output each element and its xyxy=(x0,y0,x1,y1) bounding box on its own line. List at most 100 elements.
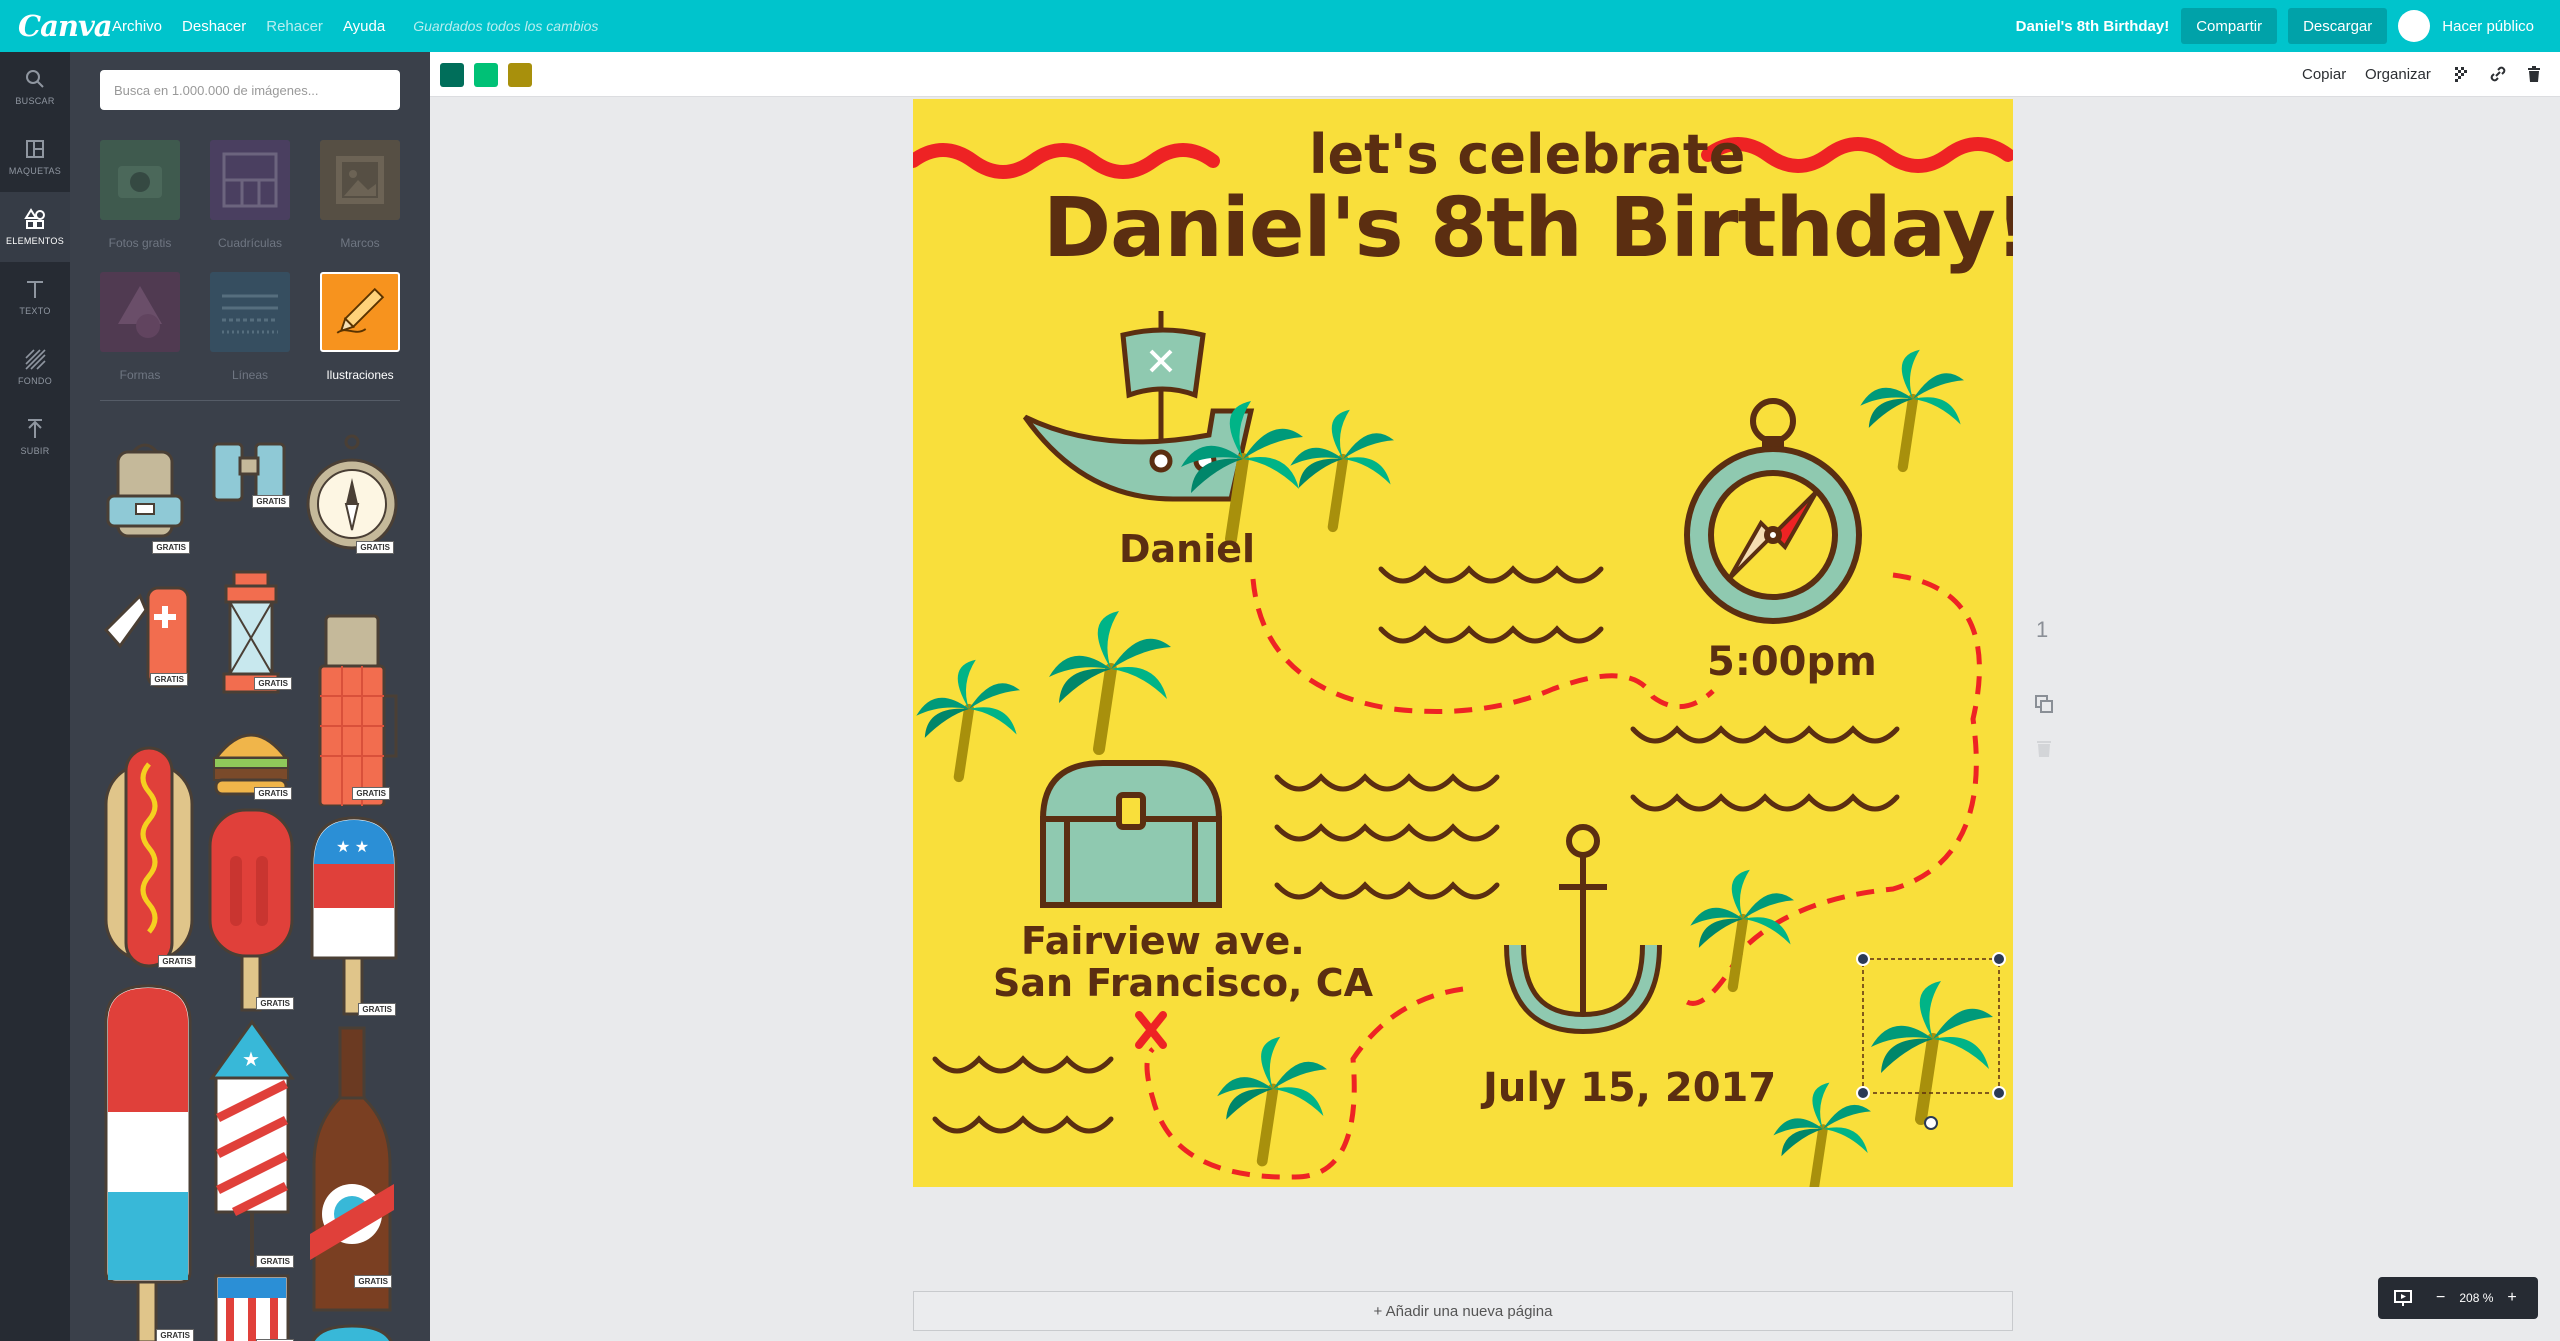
category-grids[interactable]: Cuadrículas xyxy=(200,140,300,250)
image-search-input[interactable]: Busca en 1.000.000 de imágenes... xyxy=(100,70,400,110)
color-swatch-1[interactable] xyxy=(440,63,464,87)
elements-icon xyxy=(24,208,45,229)
color-swatch-2[interactable] xyxy=(474,63,498,87)
lines-icon xyxy=(210,272,290,352)
free-badge: GRATIS xyxy=(152,541,190,554)
thermos-illustration[interactable]: GRATIS xyxy=(304,566,404,808)
menu-redo[interactable]: Rehacer xyxy=(266,18,323,35)
swiss-knife-illustration[interactable]: GRATIS xyxy=(100,566,198,690)
copy-button[interactable]: Copiar xyxy=(2302,66,2346,83)
date-text[interactable]: July 15, 2017 xyxy=(1483,1065,1776,1111)
rail-label: FONDO xyxy=(18,376,52,386)
free-badge: GRATIS xyxy=(158,955,196,968)
category-frames[interactable]: Marcos xyxy=(310,140,410,250)
treasure-chest xyxy=(1039,760,1223,908)
transparency-icon[interactable] xyxy=(2452,64,2472,84)
address-line1-text[interactable]: Fairview ave. xyxy=(1021,919,1305,963)
anchor xyxy=(1504,824,1662,1035)
share-button[interactable]: Compartir xyxy=(2181,8,2278,44)
free-badge: GRATIS xyxy=(252,495,290,508)
panel-divider xyxy=(100,400,400,401)
rail-item-elements[interactable]: ELEMENTOS xyxy=(0,192,70,262)
camera-icon xyxy=(100,140,180,220)
workspace: Copiar Organizar let's celebrate Daniel'… xyxy=(430,52,2560,1341)
canva-logo[interactable]: Canva xyxy=(18,9,113,43)
free-badge: GRATIS xyxy=(156,1329,194,1341)
arrange-button[interactable]: Organizar xyxy=(2365,66,2431,83)
document-title[interactable]: Daniel's 8th Birthday! xyxy=(2016,18,2170,35)
zoom-level: 208 % xyxy=(2459,1291,2494,1305)
free-badge: GRATIS xyxy=(256,997,294,1010)
category-label: Ilustraciones xyxy=(326,368,394,382)
rail-item-layouts[interactable]: MAQUETAS xyxy=(0,122,70,192)
red-popsicle-illustration[interactable]: GRATIS xyxy=(204,806,298,1012)
color-swatch-3[interactable] xyxy=(508,63,532,87)
grid-icon xyxy=(210,140,290,220)
category-shapes[interactable]: Formas xyxy=(90,272,190,382)
blue-popsicle-illustration[interactable] xyxy=(306,1324,398,1341)
flag-popsicle-illustration[interactable]: ★ ★ GRATIS xyxy=(306,814,402,1018)
trash-icon[interactable] xyxy=(2524,64,2544,84)
title-text[interactable]: Daniel's 8th Birthday! xyxy=(1043,181,2013,276)
free-badge: GRATIS xyxy=(352,787,390,800)
time-text[interactable]: 5:00pm xyxy=(1707,639,1877,685)
left-nav-rail: BUSCAR MAQUETAS ELEMENTOS TEXTO FONDO SU… xyxy=(0,52,70,1341)
download-button[interactable]: Descargar xyxy=(2288,8,2388,44)
free-badge: GRATIS xyxy=(358,1003,396,1016)
category-free-photos[interactable]: Fotos gratis xyxy=(90,140,190,250)
address-line2-text[interactable]: San Francisco, CA xyxy=(993,961,1373,1005)
zoom-in-button[interactable]: + xyxy=(2507,1289,2516,1307)
palm-tree xyxy=(1290,409,1394,533)
category-illustrations[interactable]: Ilustraciones xyxy=(310,272,410,382)
zoom-out-button[interactable]: − xyxy=(2436,1289,2445,1307)
bottle-illustration[interactable]: GRATIS xyxy=(306,1024,398,1316)
background-icon xyxy=(25,349,46,370)
free-badge: GRATIS xyxy=(354,1275,392,1288)
rail-label: BUSCAR xyxy=(15,96,55,106)
make-public-label: Hacer público xyxy=(2442,17,2534,35)
design-canvas[interactable]: let's celebrate Daniel's 8th Birthday! D… xyxy=(913,99,2013,1187)
menu-undo[interactable]: Deshacer xyxy=(182,18,246,35)
binoculars-illustration[interactable]: GRATIS xyxy=(204,434,294,514)
menu-file[interactable]: Archivo xyxy=(112,18,162,35)
subtitle-text[interactable]: let's celebrate xyxy=(1309,123,1745,186)
free-badge: GRATIS xyxy=(150,673,188,686)
add-page-button[interactable]: + Añadir una nueva página xyxy=(913,1291,2013,1331)
editor-toolbar: Copiar Organizar xyxy=(430,52,2560,97)
delete-page-icon[interactable] xyxy=(2036,740,2052,758)
rail-label: TEXTO xyxy=(19,306,51,316)
free-badge: GRATIS xyxy=(356,541,394,554)
category-label: Fotos gratis xyxy=(108,236,172,250)
rail-label: SUBIR xyxy=(20,446,50,456)
palm-tree xyxy=(1871,981,1993,1125)
rail-item-search[interactable]: BUSCAR xyxy=(0,52,70,122)
rail-item-background[interactable]: FONDO xyxy=(0,332,70,402)
rail-item-upload[interactable]: SUBIR xyxy=(0,402,70,472)
hotdog-illustration[interactable]: GRATIS xyxy=(100,744,198,970)
shapes-icon xyxy=(100,272,180,352)
name-text[interactable]: Daniel xyxy=(1119,527,1255,571)
lantern-illustration[interactable]: GRATIS xyxy=(206,566,296,712)
flag-cup-illustration[interactable]: GRATIS xyxy=(204,1272,300,1341)
palm-tree xyxy=(1773,1082,1871,1187)
compass-illustration[interactable]: GRATIS xyxy=(304,434,400,560)
backpack-illustration[interactable]: GRATIS xyxy=(100,434,190,556)
burger-illustration[interactable]: GRATIS xyxy=(206,718,296,802)
rail-item-text[interactable]: TEXTO xyxy=(0,262,70,332)
present-icon[interactable] xyxy=(2394,1289,2412,1307)
red-wave-right xyxy=(1701,137,2013,173)
firework-rocket-illustration[interactable]: ★ GRATIS xyxy=(204,1018,300,1268)
link-icon[interactable] xyxy=(2488,64,2508,84)
free-badge: GRATIS xyxy=(254,677,292,690)
rocket-popsicle-illustration[interactable]: GRATIS xyxy=(100,982,196,1341)
top-bar: Canva Archivo Deshacer Rehacer Ayuda Gua… xyxy=(0,0,2560,52)
x-mark xyxy=(1135,1011,1167,1049)
make-public-toggle[interactable]: Hacer público xyxy=(2398,10,2534,42)
category-label: Cuadrículas xyxy=(217,236,283,250)
menu-help[interactable]: Ayuda xyxy=(343,18,385,35)
duplicate-page-icon[interactable] xyxy=(2034,694,2054,714)
palm-tree xyxy=(1049,611,1171,755)
category-lines[interactable]: Líneas xyxy=(200,272,300,382)
palm-tree xyxy=(1217,1036,1327,1167)
toggle-knob[interactable] xyxy=(2398,10,2431,42)
